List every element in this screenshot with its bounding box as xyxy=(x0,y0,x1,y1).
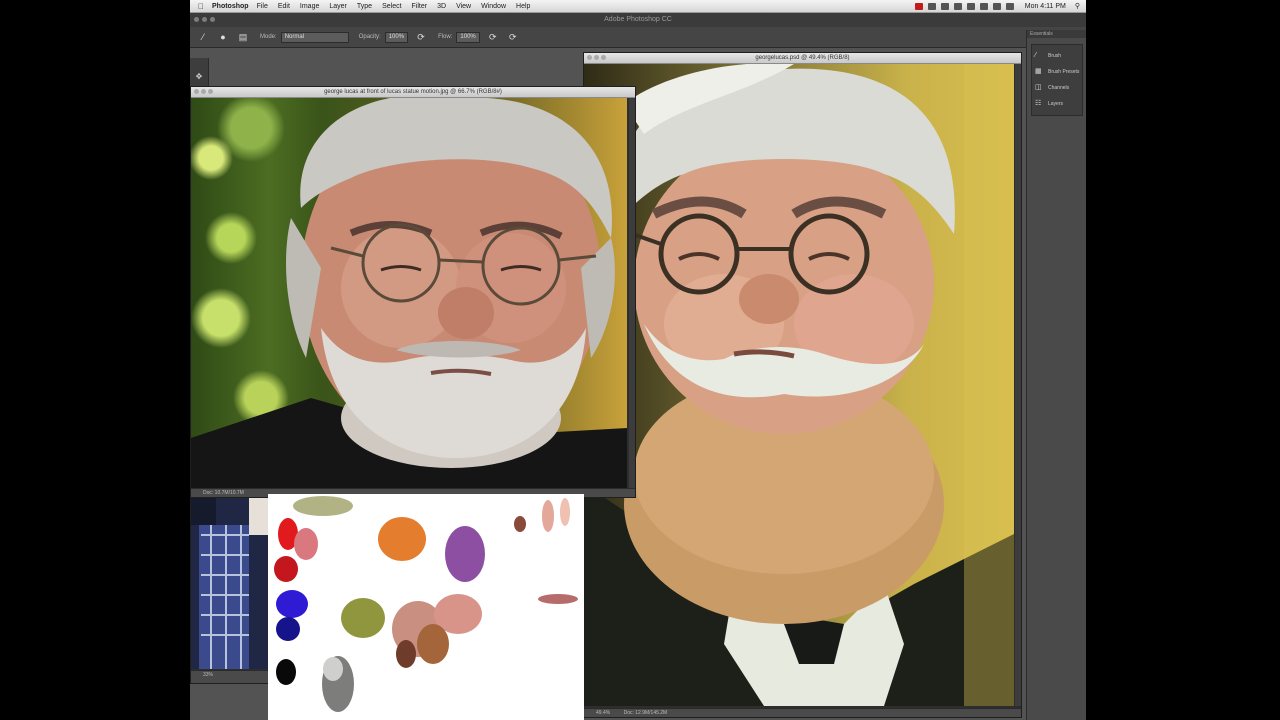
tray-icon[interactable] xyxy=(953,2,962,10)
spotlight-icon[interactable]: ⚲ xyxy=(1075,2,1080,10)
menu-select[interactable]: Select xyxy=(382,3,401,10)
record-icon[interactable] xyxy=(914,2,923,10)
painting-window-controls xyxy=(587,55,606,60)
apple-icon[interactable]:  xyxy=(198,2,206,11)
panel-brush[interactable]: ⁄ Brush xyxy=(1032,48,1082,64)
app-title: Adobe Photoshop CC xyxy=(604,16,672,23)
photo-zoom-button[interactable] xyxy=(208,89,213,94)
move-tool-icon[interactable]: ✥ xyxy=(193,70,205,83)
panel-channels[interactable]: ◫ Channels xyxy=(1032,80,1082,96)
menu-view[interactable]: View xyxy=(456,3,471,10)
airbrush-icon[interactable]: ⟳ xyxy=(486,31,500,43)
menu-type[interactable]: Type xyxy=(357,3,372,10)
opacity-field[interactable]: 100% xyxy=(384,31,409,43)
volume-icon[interactable] xyxy=(992,2,1001,10)
panel-brush-presets-label: Brush Presets xyxy=(1048,69,1080,75)
panel-brush-label: Brush xyxy=(1048,53,1062,59)
painting-status-bar: 49.4% Doc: 12.9M/145.2M xyxy=(584,708,1021,717)
tray-icon[interactable] xyxy=(966,2,975,10)
painting-title: georgelucas.psd @ 49.4% (RGB/8) xyxy=(755,55,850,61)
color-palette-window[interactable] xyxy=(268,494,584,720)
painting-zoom-level[interactable]: 49.4% xyxy=(596,710,610,716)
brush-icon: ⁄ xyxy=(1035,52,1037,59)
painting-canvas[interactable] xyxy=(584,64,1014,706)
opacity-label: Opacity: xyxy=(358,34,381,40)
options-bar: ⁄ ● ▤ Mode: Normal Opacity: 100% ⟳ Flow:… xyxy=(190,27,1086,48)
color-palette-canvas[interactable] xyxy=(268,494,584,720)
caricature-painting xyxy=(584,64,1014,706)
small-status-bar: 33% xyxy=(191,670,271,683)
app-title-bar: Adobe Photoshop CC xyxy=(190,13,1086,27)
app-menu[interactable]: Photoshop xyxy=(212,3,249,10)
photo-title: george lucas at front of lucas statue mo… xyxy=(324,89,502,95)
zoom-window-button[interactable] xyxy=(210,17,215,22)
reference-photo xyxy=(191,98,627,488)
panel-stack: ⁄ Brush ▦ Brush Presets ◫ Channels ☷ Lay… xyxy=(1031,44,1083,116)
panel-layers-label: Layers xyxy=(1048,101,1064,107)
small-reference-canvas[interactable] xyxy=(191,495,271,669)
menu-filter[interactable]: Filter xyxy=(412,3,428,10)
wifi-icon[interactable] xyxy=(979,2,988,10)
tray-icon[interactable] xyxy=(940,2,949,10)
menubar-clock[interactable]: Mon 4:11 PM xyxy=(1025,3,1066,10)
photo-doc-size: Doc: 10.7M/10.7M xyxy=(203,490,244,496)
right-panel-dock: Essentials ⁄ Brush ▦ Brush Presets ◫ Cha… xyxy=(1026,30,1086,720)
photo-canvas[interactable] xyxy=(191,98,627,488)
pressure-opacity-icon[interactable]: ⟳ xyxy=(414,31,428,43)
painting-zoom-button[interactable] xyxy=(601,55,606,60)
flow-label: Flow: xyxy=(438,34,453,40)
painting-close-button[interactable] xyxy=(587,55,592,60)
close-window-button[interactable] xyxy=(194,17,199,22)
channels-icon: ◫ xyxy=(1035,84,1042,91)
painting-doc-size: Doc: 12.9M/145.2M xyxy=(623,710,668,716)
brush-panel-toggle-icon[interactable]: ▤ xyxy=(236,31,250,43)
small-zoom-level[interactable]: 33% xyxy=(203,672,213,678)
mode-select[interactable]: Normal xyxy=(280,31,349,43)
menu-3d[interactable]: 3D xyxy=(437,3,446,10)
photo-minimize-button[interactable] xyxy=(201,89,206,94)
minimize-window-button[interactable] xyxy=(202,17,207,22)
pressure-size-icon[interactable]: ⟳ xyxy=(506,31,520,43)
panel-brush-presets[interactable]: ▦ Brush Presets xyxy=(1032,64,1082,80)
menu-help[interactable]: Help xyxy=(516,3,530,10)
battery-icon[interactable] xyxy=(1005,2,1014,10)
photo-vertical-scrollbar[interactable] xyxy=(629,98,635,488)
screen:  Photoshop File Edit Image Layer Type S… xyxy=(190,0,1086,720)
menu-window[interactable]: Window xyxy=(481,3,506,10)
menubar:  Photoshop File Edit Image Layer Type S… xyxy=(190,0,1086,13)
painting-minimize-button[interactable] xyxy=(594,55,599,60)
panel-channels-label: Channels xyxy=(1048,85,1070,91)
menu-edit[interactable]: Edit xyxy=(278,3,290,10)
mode-label: Mode: xyxy=(260,34,277,40)
painting-document-window[interactable]: georgelucas.psd @ 49.4% (RGB/8) 49.4% Do… xyxy=(583,52,1022,718)
menubar-tray: Mon 4:11 PM ⚲ xyxy=(914,2,1086,10)
painting-title-bar[interactable]: georgelucas.psd @ 49.4% (RGB/8) xyxy=(584,53,1021,64)
photo-close-button[interactable] xyxy=(194,89,199,94)
menu-layer[interactable]: Layer xyxy=(329,3,347,10)
flow-field[interactable]: 100% xyxy=(456,31,480,43)
photo-document-window[interactable]: george lucas at front of lucas statue mo… xyxy=(190,86,636,498)
plaid-shirt-image xyxy=(191,495,271,669)
panel-layers[interactable]: ☷ Layers xyxy=(1032,96,1082,112)
tray-icon[interactable] xyxy=(927,2,936,10)
photo-title-bar[interactable]: george lucas at front of lucas statue mo… xyxy=(191,87,635,98)
painting-vertical-scrollbar[interactable] xyxy=(1015,64,1021,706)
brush-presets-icon: ▦ xyxy=(1035,68,1042,75)
window-controls xyxy=(194,17,215,22)
brush-size-picker-icon[interactable]: ● xyxy=(216,31,230,43)
workspace-label[interactable]: Essentials xyxy=(1027,30,1086,38)
brush-tool-preset-icon[interactable]: ⁄ xyxy=(196,31,210,43)
menu-image[interactable]: Image xyxy=(300,3,319,10)
small-reference-window[interactable]: 33% xyxy=(190,494,272,684)
menu-file[interactable]: File xyxy=(257,3,268,10)
layers-icon: ☷ xyxy=(1035,100,1042,107)
photo-window-controls xyxy=(194,89,213,94)
